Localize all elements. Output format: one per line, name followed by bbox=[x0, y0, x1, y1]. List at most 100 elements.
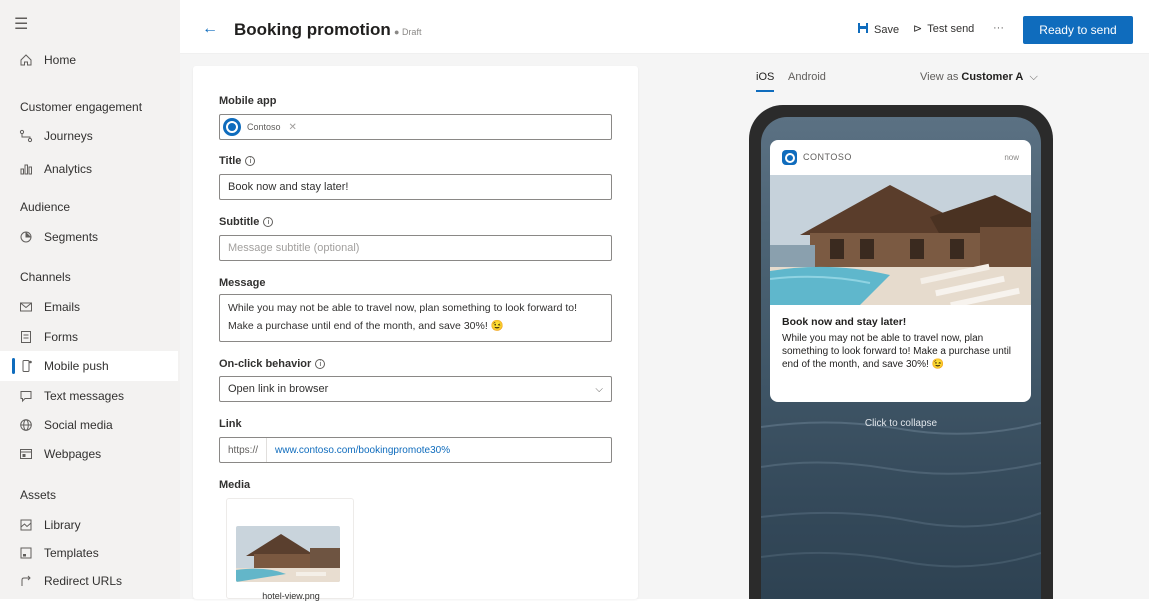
page-title: Booking promotion bbox=[234, 20, 391, 39]
notification-title: Book now and stay later! bbox=[782, 316, 907, 328]
mobile-app-label: Mobile app bbox=[219, 95, 276, 107]
chat-icon bbox=[18, 388, 34, 404]
info-icon[interactable]: i bbox=[315, 359, 326, 369]
sidebar-item-social-media[interactable]: Social media bbox=[0, 410, 178, 440]
media-label: Media bbox=[219, 479, 250, 491]
sidebar-item-label: Journeys bbox=[44, 129, 93, 143]
sidebar-item-journeys[interactable]: Journeys bbox=[0, 121, 178, 151]
sidebar-item-segments[interactable]: Segments bbox=[0, 222, 178, 252]
sidebar-item-label: Library bbox=[44, 518, 81, 532]
onclick-behavior-select[interactable]: Open link in browser ⌵ bbox=[219, 376, 612, 402]
hotel-image bbox=[770, 175, 1031, 305]
link-value: www.contoso.com/bookingpromote30% bbox=[275, 444, 451, 456]
home-icon bbox=[18, 52, 34, 68]
subtitle-field[interactable]: Message subtitle (optional) bbox=[219, 235, 612, 261]
click-to-collapse[interactable]: Click to collapse bbox=[761, 418, 1041, 429]
sidebar-item-analytics[interactable]: Analytics bbox=[0, 154, 178, 184]
save-label: Save bbox=[874, 23, 900, 36]
group-header-assets: Assets bbox=[20, 488, 57, 502]
contoso-logo-icon bbox=[782, 150, 797, 165]
onclick-selected-value: Open link in browser bbox=[228, 383, 329, 395]
remove-chip-icon[interactable]: ✕ bbox=[289, 122, 297, 133]
notification-app-name: CONTOSO bbox=[803, 152, 852, 162]
title-label: Title i bbox=[219, 155, 256, 167]
test-send-button[interactable]: ⊳ Test send bbox=[913, 22, 975, 36]
analytics-icon bbox=[18, 161, 34, 177]
hamburger-menu-icon[interactable]: ☰ bbox=[14, 14, 28, 34]
sidebar-item-label: Text messages bbox=[44, 389, 125, 403]
sidebar-item-label: Webpages bbox=[44, 447, 102, 461]
info-icon[interactable]: i bbox=[263, 217, 274, 227]
hotel-thumbnail-image bbox=[236, 526, 340, 582]
sidebar-item-redirect-urls[interactable]: Redirect URLs bbox=[0, 566, 178, 596]
sidebar-item-templates[interactable]: Templates bbox=[0, 538, 178, 568]
sidebar-item-label: Forms bbox=[44, 330, 78, 344]
header-bar: ← Booking promotion ● Draft Save ⊳ Test … bbox=[180, 0, 1149, 54]
journeys-icon bbox=[18, 128, 34, 144]
view-as-prefix: View as bbox=[920, 71, 959, 83]
sidebar-item-mobile-push[interactable]: Mobile push bbox=[0, 351, 178, 381]
contoso-logo-icon bbox=[223, 118, 241, 136]
app-chip-label: Contoso bbox=[247, 122, 281, 132]
sidebar-item-text-messages[interactable]: Text messages bbox=[0, 381, 178, 411]
ready-to-send-button[interactable]: Ready to send bbox=[1023, 16, 1133, 44]
title-field[interactable]: Book now and stay later! bbox=[219, 174, 612, 200]
sidebar-item-label: Home bbox=[44, 53, 77, 67]
sidebar-item-library[interactable]: Library bbox=[0, 510, 178, 540]
media-card[interactable]: hotel-view.png bbox=[226, 498, 354, 601]
group-header-channels: Channels bbox=[20, 270, 71, 284]
status-text: Draft bbox=[401, 27, 422, 37]
subtitle-label: Subtitle i bbox=[219, 216, 274, 228]
sidebar-item-webpages[interactable]: Webpages bbox=[0, 439, 178, 469]
media-label-text: Media bbox=[219, 479, 251, 491]
tab-ios[interactable]: iOS bbox=[756, 71, 774, 83]
save-button[interactable]: Save bbox=[857, 22, 899, 37]
message-field[interactable]: While you may not be able to travel now,… bbox=[219, 294, 612, 342]
library-icon bbox=[18, 517, 34, 533]
notification-card[interactable]: CONTOSO now Book now and stay later! Whi… bbox=[770, 140, 1031, 402]
send-icon: ⊳ bbox=[913, 23, 923, 35]
sidebar-item-emails[interactable]: Emails bbox=[0, 292, 178, 322]
sidebar-item-label: Analytics bbox=[44, 162, 93, 176]
mobile-app-label-text: Mobile app bbox=[219, 95, 277, 107]
save-icon bbox=[857, 22, 869, 37]
sidebar: ☰ Home Customer engagement Journeys Anal… bbox=[0, 0, 180, 599]
webpage-icon bbox=[18, 446, 34, 462]
sidebar-item-label: Emails bbox=[44, 300, 81, 314]
subtitle-label-text: Subtitle bbox=[219, 216, 260, 228]
segments-icon bbox=[18, 229, 34, 245]
sidebar-item-label: Segments bbox=[44, 230, 99, 244]
test-send-label: Test send bbox=[927, 22, 975, 35]
link-field[interactable]: https:// www.contoso.com/bookingpromote3… bbox=[219, 437, 612, 463]
mobile-app-field[interactable]: Contoso ✕ bbox=[219, 114, 612, 140]
info-icon[interactable]: i bbox=[245, 156, 256, 166]
link-label: Link bbox=[219, 418, 242, 430]
active-tab-indicator bbox=[756, 90, 774, 92]
message-label-text: Message bbox=[219, 277, 266, 289]
sidebar-item-label: Mobile push bbox=[44, 359, 109, 373]
group-header-customer-engagement: Customer engagement bbox=[20, 100, 143, 114]
app-chip[interactable]: Contoso ✕ bbox=[223, 118, 303, 136]
link-prefix: https:// bbox=[228, 438, 268, 462]
notification-time: now bbox=[1004, 153, 1019, 162]
tab-android[interactable]: Android bbox=[788, 71, 826, 83]
view-as-value: Customer A bbox=[961, 71, 1024, 83]
media-caption: hotel-view.png bbox=[262, 591, 320, 601]
globe-icon bbox=[18, 417, 34, 433]
chevron-down-icon: ⌵ bbox=[595, 384, 603, 395]
mobile-push-icon bbox=[18, 358, 34, 374]
template-icon bbox=[18, 545, 34, 561]
status-badge: ● Draft bbox=[394, 27, 422, 37]
sidebar-item-label: Social media bbox=[44, 418, 113, 432]
sidebar-item-home[interactable]: Home bbox=[0, 45, 178, 75]
forms-icon bbox=[18, 329, 34, 345]
more-options-button[interactable]: ··· bbox=[993, 22, 1004, 34]
notification-message: While you may not be able to travel now,… bbox=[782, 333, 1012, 370]
sidebar-item-label: Redirect URLs bbox=[44, 574, 123, 588]
sidebar-item-forms[interactable]: Forms bbox=[0, 322, 178, 352]
email-icon bbox=[18, 299, 34, 315]
onclick-behavior-label: On-click behavior i bbox=[219, 358, 326, 370]
view-as-dropdown[interactable]: View as Customer A ⌵ bbox=[920, 71, 1038, 84]
back-arrow-icon[interactable]: ← bbox=[202, 20, 218, 38]
group-header-audience: Audience bbox=[20, 200, 71, 214]
